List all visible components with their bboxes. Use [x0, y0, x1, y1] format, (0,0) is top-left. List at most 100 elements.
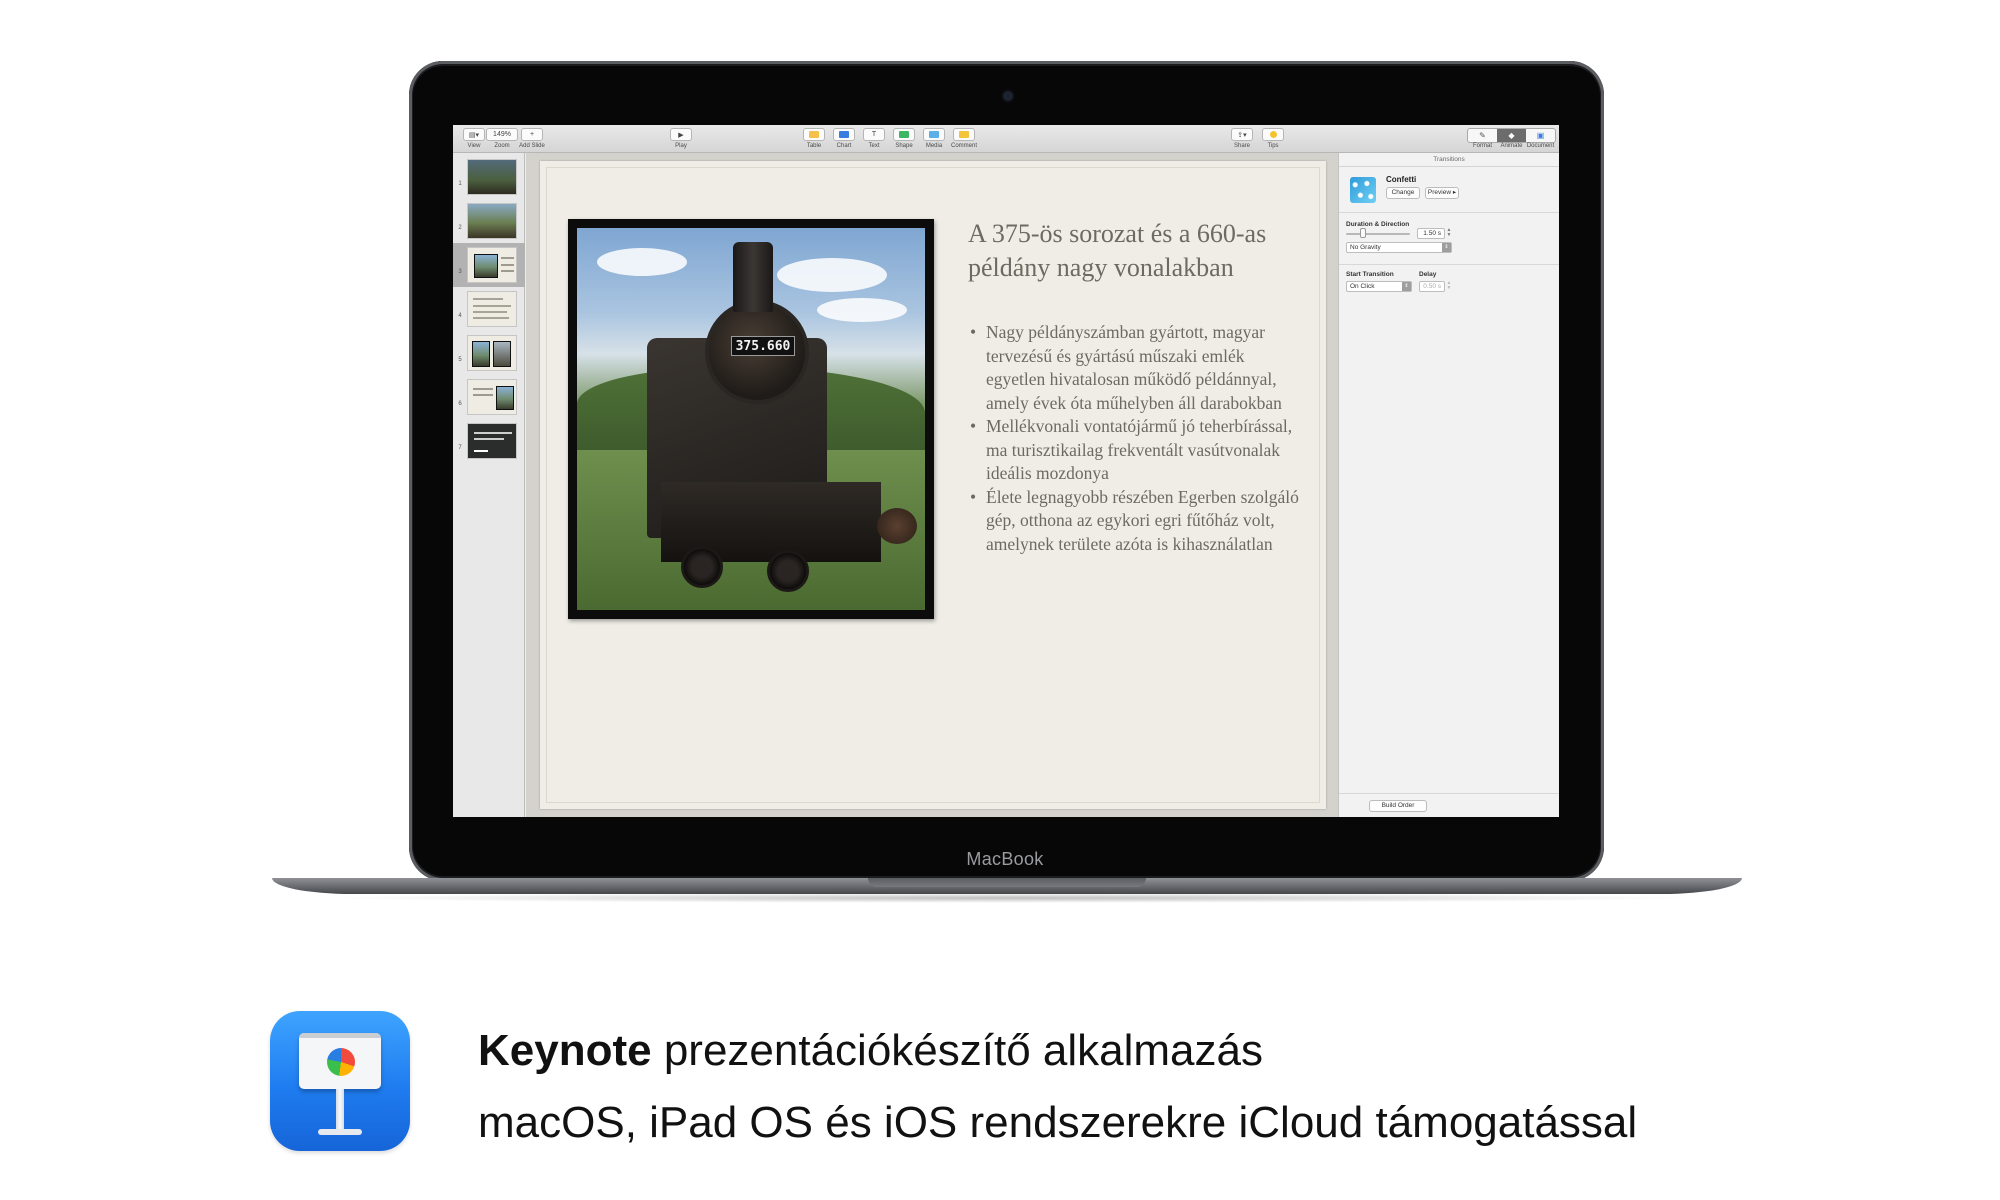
duration-section: Duration & Direction 1.50 s ▲ ▼ No Gravit… — [1339, 213, 1559, 265]
thumbnail-image — [467, 423, 517, 459]
table-button[interactable]: Table — [799, 128, 829, 149]
transition-name: Confetti — [1386, 175, 1417, 184]
animate-tab[interactable]: ◆ — [1497, 129, 1526, 142]
text-button[interactable]: T Text — [859, 128, 889, 149]
text-label: Text — [868, 143, 880, 149]
app-name: Keynote — [478, 1026, 652, 1075]
locomotive-number-plate: 375.660 — [731, 336, 795, 356]
comment-icon — [953, 128, 975, 141]
comment-button[interactable]: Comment — [949, 128, 979, 149]
slide-thumbnail-5[interactable]: 5 — [453, 331, 525, 375]
slide-thumbnail-1[interactable]: 1 — [453, 155, 525, 199]
slide-number: 6 — [458, 401, 462, 407]
transition-effect-section: Confetti Change Preview ▸ — [1339, 167, 1559, 213]
pie-chart-icon — [327, 1048, 355, 1076]
zoom-label: Zoom — [494, 143, 510, 149]
media-button[interactable]: Media — [919, 128, 949, 149]
slide-title[interactable]: A 375-ös sorozat és a 660-as példány nag… — [968, 217, 1298, 285]
toolbar: ▤▾ View 149% Zoom + Add Slide ▶ Play Tab… — [453, 125, 1559, 153]
media-icon — [923, 128, 945, 141]
start-transition-popup[interactable]: On Click ⇕ — [1346, 281, 1412, 292]
comment-label: Comment — [950, 143, 977, 149]
tagline-rest: prezentációkészítő alkalmazás — [651, 1026, 1263, 1075]
add-slide-label: Add Slide — [519, 143, 545, 149]
format-label: Format — [1472, 143, 1492, 149]
promo-image: MacBook ▤▾ View 149% Zoom + Add Slide ▶ … — [0, 0, 2000, 1200]
thumbnail-image — [467, 203, 517, 239]
tips-button[interactable]: Tips — [1258, 128, 1288, 149]
direction-value: No Gravity — [1350, 244, 1381, 251]
slide-navigator: 1 2 3 4 5 6 7 — [453, 153, 525, 817]
duration-field[interactable]: 1.50 s — [1417, 228, 1445, 239]
lightbulb-icon — [1262, 128, 1284, 141]
animate-label: Animate — [1500, 143, 1523, 149]
table-icon — [803, 128, 825, 141]
start-transition-value: On Click — [1350, 283, 1375, 290]
slide-number: 5 — [458, 357, 462, 363]
locomotive-photo-frame[interactable]: 375.660 — [568, 219, 934, 619]
bullet-item: Élete legnagyobb részében Egerben szolgá… — [968, 486, 1304, 557]
play-button[interactable]: ▶ Play — [666, 128, 696, 149]
format-tab[interactable]: ✎ — [1468, 129, 1497, 142]
keynote-window: ▤▾ View 149% Zoom + Add Slide ▶ Play Tab… — [453, 125, 1559, 817]
thumbnail-image — [467, 379, 517, 415]
presentation-board-icon — [299, 1033, 381, 1089]
duration-slider[interactable] — [1346, 233, 1410, 235]
locomotive-photo: 375.660 — [577, 228, 925, 610]
slide-thumbnail-6[interactable]: 6 — [453, 375, 525, 419]
add-slide-button[interactable]: + Add Slide — [517, 128, 547, 149]
table-label: Table — [806, 143, 822, 149]
view-label: View — [467, 143, 481, 149]
delay-stepper[interactable]: ▲ ▼ — [1446, 281, 1452, 292]
macbook-label: MacBook — [966, 849, 1044, 869]
delay-field[interactable]: 0.50 s — [1419, 281, 1445, 292]
animate-icon: ◆ — [1508, 131, 1515, 140]
change-button[interactable]: Change — [1386, 187, 1420, 199]
zoom-menu[interactable]: 149% Zoom — [482, 128, 522, 149]
text-icon: T — [863, 128, 885, 141]
camera-icon — [1003, 91, 1013, 101]
inspector-footer — [1339, 793, 1559, 794]
media-label: Media — [925, 143, 943, 149]
slide-bullet-list[interactable]: Nagy példányszámban gyártott, magyar ter… — [968, 321, 1304, 556]
share-label: Share — [1233, 143, 1250, 149]
bullet-item: Nagy példányszámban gyártott, magyar ter… — [968, 321, 1304, 415]
slide-canvas[interactable]: 375.660 A 375-ös sorozat és a 660-as pél… — [526, 153, 1338, 817]
plus-icon: + — [521, 128, 543, 141]
slide-thumbnail-4[interactable]: 4 — [453, 287, 525, 331]
thumbnail-image — [467, 291, 517, 327]
preview-button[interactable]: Preview ▸ — [1425, 187, 1459, 199]
thumbnail-image — [467, 159, 517, 195]
slide-thumbnail-3[interactable]: 3 — [453, 243, 525, 287]
bullet-item: Mellékvonali vontatójármű jó teherbíráss… — [968, 415, 1304, 486]
share-icon: ⇪▾ — [1231, 128, 1253, 141]
current-slide[interactable]: 375.660 A 375-ös sorozat és a 660-as pél… — [540, 161, 1326, 809]
chart-button[interactable]: Chart — [829, 128, 859, 149]
tagline-line-2: macOS, iPad OS és iOS rendszerekre iClou… — [478, 1098, 1638, 1147]
slide-number: 7 — [458, 445, 462, 451]
duration-stepper[interactable]: ▲ ▼ — [1446, 228, 1452, 239]
chart-icon — [833, 128, 855, 141]
slide-number: 3 — [458, 269, 462, 275]
start-transition-label: Start Transition — [1346, 271, 1394, 278]
thumbnail-image — [467, 335, 517, 371]
start-transition-section: Start Transition Delay On Click ⇕ 0.50 s… — [1339, 265, 1559, 301]
share-button[interactable]: ⇪▾ Share — [1227, 128, 1257, 149]
shape-button[interactable]: Shape — [889, 128, 919, 149]
inspector-header: Transitions — [1339, 153, 1559, 167]
play-icon: ▶ — [670, 128, 692, 141]
slide-thumbnail-2[interactable]: 2 — [453, 199, 525, 243]
document-label: Document — [1526, 143, 1555, 149]
chevron-updown-icon: ⇕ — [1402, 282, 1411, 291]
document-tab[interactable]: ▣ — [1526, 129, 1555, 142]
direction-popup[interactable]: No Gravity ⇕ — [1346, 242, 1452, 253]
transition-inspector: Transitions Confetti Change Preview ▸ Du… — [1338, 153, 1559, 817]
confetti-icon — [1350, 177, 1376, 203]
macbook-shadow — [320, 893, 1700, 903]
duration-slider-knob[interactable] — [1360, 228, 1366, 238]
chart-label: Chart — [836, 143, 852, 149]
build-order-button[interactable]: Build Order — [1369, 800, 1427, 812]
keynote-app-icon — [270, 1011, 410, 1151]
slide-number: 1 — [458, 181, 462, 187]
slide-thumbnail-7[interactable]: 7 — [453, 419, 525, 463]
